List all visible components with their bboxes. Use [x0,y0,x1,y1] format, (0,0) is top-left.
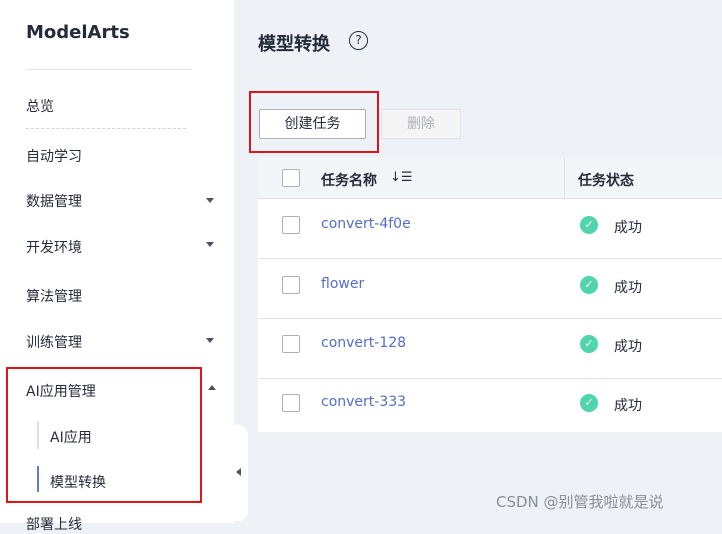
chevron-down-icon[interactable] [206,198,214,203]
watermark: CSDN @别管我啦就是说 [496,493,664,511]
help-icon[interactable]: ? [349,31,368,50]
status-text: 成功 [614,220,642,236]
table-row: convert-128 ✓ 成功 [258,319,722,379]
chevron-down-icon[interactable] [206,338,214,343]
row-checkbox[interactable] [282,394,300,412]
sidebar-item-overview[interactable]: 总览 [26,96,54,116]
status-text: 成功 [614,280,642,296]
row-checkbox[interactable] [282,335,300,353]
column-header-task-name[interactable]: 任务名称 [321,170,377,190]
task-name-link[interactable]: convert-128 [321,335,406,351]
task-name-link[interactable]: convert-4f0e [321,216,411,232]
brand-title: ModelArts [26,22,130,43]
task-name-link[interactable]: flower [321,276,364,292]
sidebar-item-dev-env[interactable]: 开发环境 [26,237,82,257]
row-checkbox[interactable] [282,216,300,234]
brand-divider [26,69,192,70]
select-all-checkbox[interactable] [282,169,300,187]
table-row: convert-333 ✓ 成功 [258,379,722,438]
column-header-task-status: 任务状态 [578,173,634,189]
status-text: 成功 [614,339,642,355]
chevron-down-icon[interactable] [206,242,214,247]
chevron-up-icon[interactable] [208,385,216,390]
check-circle-icon: ✓ [580,394,598,412]
page-title: 模型转换 [258,34,330,55]
check-circle-icon: ✓ [580,216,598,234]
row-checkbox[interactable] [282,276,300,294]
sidebar-item-auto-learning[interactable]: 自动学习 [26,146,82,166]
sort-icon[interactable]: ↓☰ [390,170,413,185]
table-row: flower ✓ 成功 [258,259,722,319]
highlight-box-create [249,91,379,153]
sidebar-item-deploy[interactable]: 部署上线 [26,514,82,534]
task-table: 任务名称 ↓☰ 任务状态 convert-4f0e ✓ 成功 flower ✓ … [258,158,722,432]
status-text: 成功 [614,398,642,414]
task-name-link[interactable]: convert-333 [321,394,406,410]
check-circle-icon: ✓ [580,335,598,353]
sidebar-item-algorithm-management[interactable]: 算法管理 [26,286,82,306]
sidebar-item-data-management[interactable]: 数据管理 [26,191,82,211]
highlight-box-sidebar [6,367,202,503]
table-row: convert-4f0e ✓ 成功 [258,199,722,259]
delete-button[interactable]: 删除 [381,109,461,139]
divider [26,128,186,129]
collapse-left-icon[interactable] [236,468,241,476]
table-header: 任务名称 ↓☰ 任务状态 [258,158,722,199]
check-circle-icon: ✓ [580,276,598,294]
sidebar-item-training-management[interactable]: 训练管理 [26,332,82,352]
column-separator [564,158,565,198]
